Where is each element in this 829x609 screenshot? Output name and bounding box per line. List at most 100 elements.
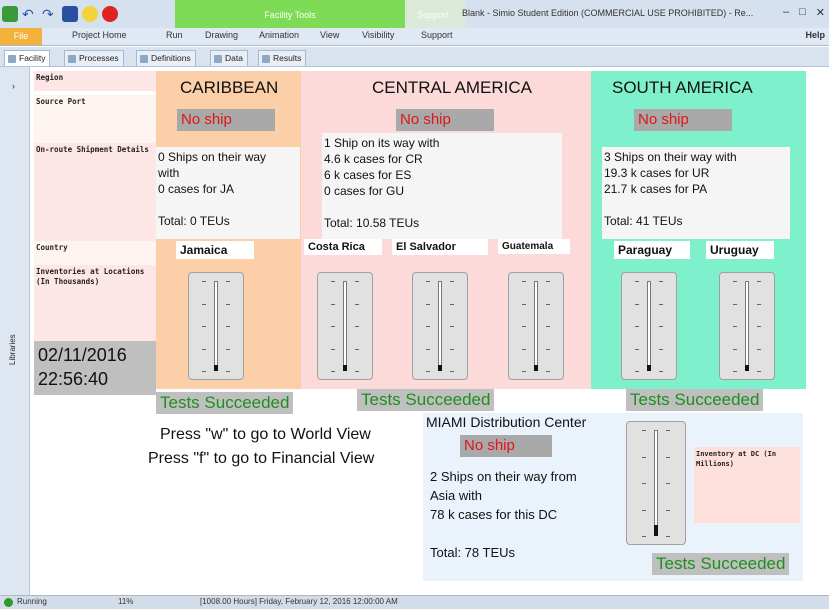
run-icon[interactable] — [82, 6, 98, 22]
close-icon[interactable]: ✕ — [816, 6, 825, 19]
gauge-tick — [450, 303, 454, 305]
ship-line: 0 Ships on their way — [158, 150, 267, 164]
miami-dc-title: MIAMI Distribution Center — [426, 414, 587, 430]
view-tab-bar — [0, 47, 829, 67]
gauge-tick — [733, 348, 737, 350]
tab-definitions[interactable]: Definitions — [136, 50, 196, 66]
gauge-tick — [757, 348, 761, 350]
row-label-region: Region — [34, 71, 156, 91]
tab-facility[interactable]: Facility — [4, 50, 51, 66]
central-port-status: No ship — [396, 109, 494, 131]
gauge-rail — [647, 281, 651, 371]
gauge-tick — [202, 348, 206, 350]
tab-drawing[interactable]: Drawing — [205, 30, 238, 40]
libraries-panel[interactable]: › — [0, 67, 30, 595]
context-tab-facility-tools[interactable]: Facility Tools — [175, 0, 405, 28]
gauge-rail — [438, 281, 442, 371]
gauge-tick — [757, 281, 761, 282]
gauge-tick — [202, 326, 206, 327]
country-el-salvador: El Salvador — [392, 239, 488, 255]
miami-shipment-details: 2 Ships on their way from Asia with 78 k… — [430, 467, 614, 562]
minimize-icon[interactable]: – — [783, 6, 789, 19]
file-tab[interactable]: File — [0, 28, 42, 45]
tab-results[interactable]: Results — [258, 50, 307, 66]
gauge-tick — [666, 430, 670, 431]
gauge-fill — [647, 365, 651, 371]
facility-canvas[interactable]: Region Source Port On-route Shipment Det… — [30, 67, 829, 595]
run-state: Running — [17, 597, 47, 606]
gauge-tick — [546, 326, 550, 327]
tab-animation[interactable]: Animation — [259, 30, 299, 40]
gauge-tick — [202, 371, 206, 372]
running-indicator-icon — [4, 598, 13, 607]
south-shipment-details: 3 Ships on their way with 19.3 k cases f… — [602, 147, 790, 239]
gauge-tick — [546, 348, 550, 350]
sim-date: 02/11/2016 — [38, 345, 127, 365]
gauge-rail — [214, 281, 218, 371]
gauge-tick — [546, 303, 550, 305]
gauge-tick — [757, 303, 761, 305]
gauge-tick — [426, 371, 430, 372]
tab-run[interactable]: Run — [166, 30, 183, 40]
gauge-tick — [522, 348, 526, 350]
gauge-tick — [659, 281, 663, 282]
tab-view[interactable]: View — [320, 30, 339, 40]
redo-icon[interactable]: ↷ — [42, 6, 58, 22]
undo-icon[interactable]: ↶ — [22, 6, 38, 22]
gauge-tick — [202, 303, 206, 305]
gauge-fill — [438, 365, 442, 371]
ship-total: Total: 78 TEUs — [430, 545, 516, 560]
gauge-tick — [226, 371, 230, 372]
tab-visibility[interactable]: Visibility — [362, 30, 394, 40]
gauge-tick — [450, 371, 454, 372]
ship-line: 0 cases for GU — [324, 184, 405, 198]
gauge-fill — [534, 365, 538, 371]
gauge-tick — [642, 536, 646, 537]
gauge-tick — [666, 456, 670, 458]
gauge-tick — [659, 326, 663, 327]
gauge-fill — [745, 365, 749, 371]
country-uruguay: Uruguay — [706, 241, 774, 259]
gauge-rail — [654, 430, 658, 536]
tab-project-home[interactable]: Project Home — [72, 30, 127, 40]
gauge-tick — [642, 509, 646, 511]
tab-processes[interactable]: Processes — [64, 50, 124, 66]
gauge-tick — [546, 281, 550, 282]
maximize-icon[interactable]: □ — [799, 6, 806, 19]
tab-data[interactable]: Data — [210, 50, 248, 66]
gauge-tick — [331, 281, 335, 282]
caribbean-tests-status: Tests Succeeded — [156, 392, 294, 414]
gauge-tick — [635, 303, 639, 305]
gauge-tick — [426, 348, 430, 350]
tab-support[interactable]: Support — [421, 30, 453, 40]
gauge-tick — [450, 326, 454, 327]
ship-line: Asia with — [430, 488, 483, 503]
inventory-gauge-miami-dc — [626, 421, 686, 545]
gauge-tick — [226, 348, 230, 350]
gauge-fill — [214, 365, 218, 371]
stop-icon[interactable] — [102, 6, 118, 22]
ship-line: 0 cases for JA — [158, 182, 235, 196]
gauge-tick — [642, 456, 646, 458]
gauge-tick — [522, 281, 526, 282]
context-tab-support[interactable]: Support — [405, 0, 465, 28]
row-label-country: Country — [34, 241, 156, 265]
caribbean-shipment-details: 0 Ships on their way with 0 cases for JA… — [156, 147, 300, 239]
gauge-rail — [745, 281, 749, 371]
gauge-tick — [659, 371, 663, 372]
central-shipment-details: 1 Ship on its way with 4.6 k cases for C… — [322, 133, 562, 239]
gauge-tick — [331, 326, 335, 327]
gauge-tick — [355, 371, 359, 372]
help-link[interactable]: Help — [805, 30, 825, 40]
instruction-financial-view: Press "f" to go to Financial View — [148, 450, 375, 467]
ship-line: 1 Ship on its way with — [324, 136, 440, 150]
ship-line: 2 Ships on their way from — [430, 469, 577, 484]
save-icon[interactable] — [62, 6, 78, 22]
country-paraguay: Paraguay — [614, 241, 690, 259]
expand-chevron-icon[interactable]: › — [12, 81, 15, 91]
inventory-gauge-costa-rica — [317, 272, 373, 380]
run-speed: 11% — [118, 597, 134, 606]
gauge-tick — [635, 281, 639, 282]
quick-access-toolbar: ↶ ↷ — [2, 4, 118, 24]
country-costa-rica: Costa Rica — [304, 239, 382, 255]
